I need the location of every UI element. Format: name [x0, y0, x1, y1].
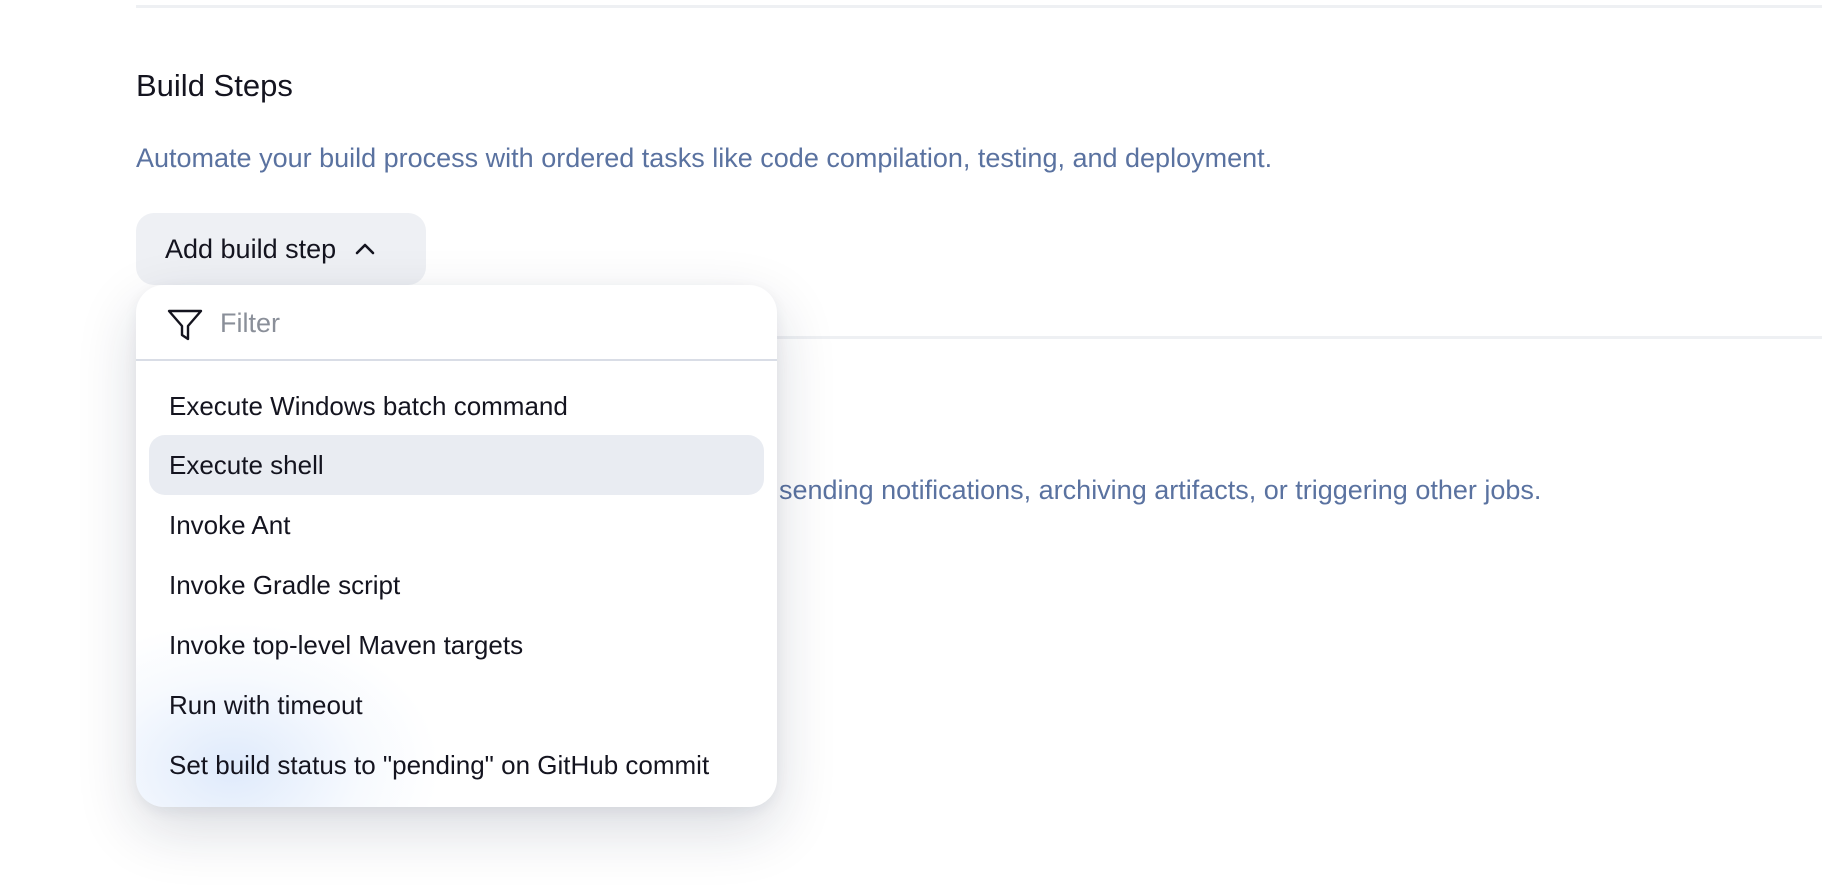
add-build-step-button[interactable]: Add build step [136, 213, 426, 285]
menu-item-execute-shell[interactable]: Execute shell [149, 435, 764, 495]
menu-item-set-build-status-pending[interactable]: Set build status to "pending" on GitHub … [149, 735, 764, 795]
menu-item-execute-windows-batch-command[interactable]: Execute Windows batch command [149, 376, 764, 436]
menu-item-invoke-maven-targets[interactable]: Invoke top-level Maven targets [149, 615, 764, 675]
filter-funnel-icon [166, 306, 204, 344]
section-divider-top [136, 5, 1822, 8]
menu-item-invoke-gradle-script[interactable]: Invoke Gradle script [149, 555, 764, 615]
post-build-description: sending notifications, archiving artifac… [779, 475, 1542, 505]
menu-item-run-with-timeout[interactable]: Run with timeout [149, 675, 764, 735]
filter-input[interactable] [220, 301, 740, 345]
build-step-dropdown: Execute Windows batch command Execute sh… [136, 285, 777, 807]
menu-item-invoke-ant[interactable]: Invoke Ant [149, 495, 764, 555]
section-divider-post-build [760, 336, 1822, 339]
section-title: Build Steps [136, 68, 293, 103]
chevron-up-icon [354, 238, 376, 260]
add-build-step-label: Add build step [165, 233, 337, 264]
filter-row [136, 285, 777, 361]
section-description: Automate your build process with ordered… [136, 143, 1273, 173]
